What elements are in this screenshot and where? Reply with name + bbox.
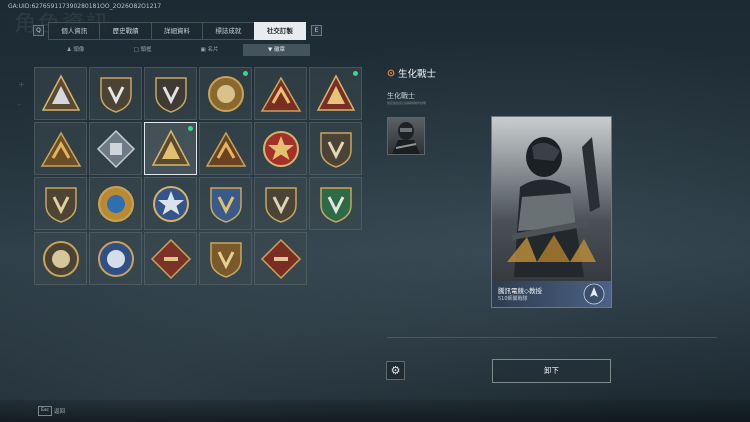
badge-slot[interactable] — [34, 177, 87, 230]
crosshair-icon — [387, 69, 395, 77]
badge-slot[interactable] — [144, 177, 197, 230]
new-indicator-dot — [243, 71, 248, 76]
badge-slot[interactable] — [199, 232, 252, 285]
helicopter-badge-icon — [99, 76, 132, 113]
sub-tab-bar: ♟ 頭像 □ 頭框 ▣ 名片 ▼ 徽章 — [42, 44, 310, 56]
soldier-illustration — [507, 137, 600, 277]
gold-crest-badge-icon — [97, 185, 134, 222]
badge-slot[interactable] — [89, 122, 142, 175]
gear-chain-badge-icon — [207, 75, 244, 112]
badge-grid — [34, 67, 362, 285]
badge-slot[interactable] — [254, 122, 307, 175]
blue-arrows-badge-icon — [97, 240, 134, 277]
biochem-soldier-badge-icon — [151, 128, 190, 166]
blade-shield-badge-icon — [44, 186, 77, 223]
rifle-shield-badge-icon — [264, 186, 297, 223]
badge-description: 鎖定屬性訊息與解鎖條件說明 — [387, 101, 427, 105]
wolf-diamond-badge-icon — [150, 238, 191, 279]
card-name: 騰訊電競◇教授 — [498, 287, 542, 295]
wing-shield-badge-icon — [154, 76, 187, 113]
business-card-preview: 騰訊電競◇教授 510師翼戰隊 — [491, 116, 612, 308]
star-medal-badge-icon — [262, 130, 299, 167]
chevron-shield-badge-icon — [319, 131, 352, 168]
pickaxe-triangle-badge-icon — [205, 130, 246, 167]
tab-achievements[interactable]: 標誌成就 — [202, 22, 255, 40]
tab-detail-data[interactable]: 詳細資料 — [150, 22, 204, 40]
subtab-avatar[interactable]: ♟ 頭像 — [42, 44, 109, 56]
bottom-bar — [0, 400, 750, 422]
badge-slot[interactable] — [34, 67, 87, 120]
badge-slot[interactable] — [254, 67, 307, 120]
rifle-crest-badge-icon — [209, 186, 242, 223]
unequip-button[interactable]: 卸下 — [492, 359, 611, 383]
new-indicator-dot — [188, 126, 193, 131]
badge-slot[interactable] — [144, 67, 197, 120]
cube-diamond-badge-icon — [96, 129, 135, 168]
esc-key[interactable]: Esc — [38, 406, 52, 416]
badge-slot[interactable] — [89, 232, 142, 285]
badge-slot[interactable] — [34, 232, 87, 285]
compass-star-badge-icon — [152, 185, 189, 222]
gear-icon[interactable]: ⚙ — [386, 361, 405, 380]
soldier-portrait-icon — [392, 122, 420, 154]
triangle-peak-badge-icon — [41, 73, 80, 111]
badge-slot[interactable] — [199, 67, 252, 120]
number-one-badge-icon — [260, 75, 301, 112]
eagle-triangle-badge-icon — [40, 130, 81, 167]
badge-title: 生化戰士 — [398, 69, 437, 80]
divider — [387, 337, 717, 338]
tab-bar: 個人資訊 歷史戰績 詳細資料 標誌成就 社交訂製 — [48, 22, 307, 40]
card-team: 510師翼戰隊 — [498, 296, 528, 302]
subtab-emblem[interactable]: ▼ 徽章 — [243, 44, 310, 56]
tab-social-custom[interactable]: 社交訂製 — [253, 22, 307, 40]
badge-slot[interactable] — [34, 122, 87, 175]
badge-slot[interactable] — [199, 177, 252, 230]
badge-slot[interactable] — [199, 122, 252, 175]
new-indicator-dot — [353, 71, 358, 76]
badge-slot[interactable] — [144, 232, 197, 285]
tower-badge-icon — [316, 73, 355, 111]
crossed-rifles-badge-icon — [260, 238, 301, 279]
subtab-frame[interactable]: □ 頭框 — [109, 44, 176, 56]
lion-shield-badge-icon — [209, 241, 242, 278]
badge-slot[interactable] — [89, 67, 142, 120]
badge-slot[interactable] — [144, 122, 197, 175]
tab-personal-info[interactable]: 個人資訊 — [48, 22, 101, 40]
back-label[interactable]: 返回 — [54, 407, 65, 415]
badge-subtitle: 生化戰士 — [387, 92, 415, 100]
knife-circle-badge-icon — [42, 240, 79, 277]
decor-plus: + — [18, 80, 25, 89]
card-footer: 騰訊電競◇教授 510師翼戰隊 — [492, 281, 611, 307]
badge-slot[interactable] — [254, 177, 307, 230]
badge-slot[interactable] — [254, 232, 307, 285]
prev-tab-key[interactable]: Q — [33, 25, 44, 36]
decor-dash: - — [18, 100, 21, 109]
next-tab-key[interactable]: E — [311, 25, 322, 36]
badge-slot[interactable] — [309, 122, 362, 175]
green-emblem-badge-icon — [319, 186, 352, 223]
badge-slot[interactable] — [309, 177, 362, 230]
badge-slot[interactable] — [89, 177, 142, 230]
badge-thumbnail — [387, 117, 425, 155]
badge-slot[interactable] — [309, 67, 362, 120]
tab-history-record[interactable]: 歷史戰績 — [99, 22, 152, 40]
card-emblem-icon — [583, 283, 605, 305]
subtab-card[interactable]: ▣ 名片 — [176, 44, 243, 56]
